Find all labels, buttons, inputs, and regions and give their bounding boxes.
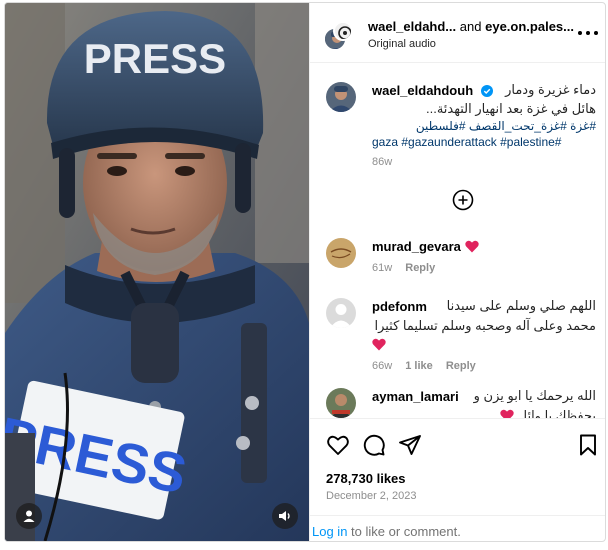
red-heart-emoji-icon — [372, 338, 386, 351]
load-more-comments-button[interactable] — [452, 189, 474, 211]
caption-username[interactable]: wael_eldahdouh — [372, 83, 473, 98]
comment-likes[interactable]: 1 like — [405, 360, 433, 372]
red-heart-emoji-icon — [465, 240, 480, 253]
more-horizontal-icon — [578, 31, 598, 35]
caption-text-line1: دماء غزيرة ودمار — [505, 82, 596, 97]
plus-circle-icon — [452, 189, 474, 211]
audio-toggle-button[interactable] — [272, 503, 298, 529]
comment-text-line2: محمد وعلى آله وصحبه وسلم تسليما كثيرا — [374, 318, 596, 333]
post-details-panel: wael_eldahd... and eye.on.pales... Origi… — [309, 3, 605, 541]
heart-icon — [327, 435, 349, 455]
post-media[interactable]: PRESS PRESS — [5, 3, 309, 541]
post-header: wael_eldahd... and eye.on.pales... Origi… — [310, 3, 605, 63]
comment-username[interactable]: pdefonm — [372, 299, 427, 314]
reply-button[interactable]: Reply — [405, 262, 435, 274]
send-icon — [399, 435, 421, 455]
verified-badge-icon — [480, 85, 493, 97]
red-heart-emoji-icon — [500, 409, 514, 418]
comment-time: 61w — [372, 262, 393, 274]
comment-text-line1: الله يرحمك يا ابو يزن و — [473, 388, 596, 403]
avatar[interactable] — [326, 388, 356, 418]
caption-hashtags-arabic[interactable]: #غزة #غزة_تحت_القصف #فلسطين — [372, 118, 596, 134]
comment-text-line2: يحفظك يا وائل — [517, 408, 596, 418]
comments-list: wael_eldahdouh دماء غزيرة ودمار هائل في … — [310, 64, 605, 418]
post-dialog: PRESS PRESS wael_eldahd... and eye.on.pa… — [4, 2, 606, 542]
likes-count[interactable]: 278,730 likes — [326, 471, 406, 486]
post-actions: 278,730 likes December 2, 2023 Log in to… — [310, 418, 605, 541]
login-prompt-text: to like or comment. — [347, 524, 461, 539]
helmet-press-text: PRESS — [84, 35, 226, 82]
speaker-icon — [279, 511, 290, 521]
comment-username[interactable]: ayman_lamari — [372, 389, 459, 404]
login-link[interactable]: Log in — [312, 524, 347, 539]
save-button[interactable] — [576, 433, 600, 457]
caption-text-line2: هائل في غزة بعد انهيار التهدئة... — [425, 101, 596, 116]
avatar[interactable] — [326, 82, 356, 112]
like-button[interactable] — [326, 433, 350, 457]
audio-label[interactable]: Original audio — [368, 38, 436, 50]
avatar[interactable] — [326, 298, 356, 328]
journalist-photo: PRESS PRESS — [5, 3, 309, 541]
login-prompt: Log in to like or comment. — [310, 515, 605, 541]
more-options-button[interactable] — [578, 25, 598, 41]
comment-time: 66w — [372, 360, 393, 372]
comment-text-line1: اللهم صلي وسلم على سيدنا — [446, 298, 596, 313]
user-icon — [23, 510, 35, 522]
comment-username[interactable]: murad_gevara — [372, 239, 461, 254]
avatar[interactable] — [326, 238, 356, 268]
collab-avatars[interactable] — [323, 21, 355, 53]
tagged-users-button[interactable] — [16, 503, 42, 529]
comment-icon — [363, 434, 385, 456]
author-link-primary[interactable]: wael_eldahd... — [368, 19, 456, 34]
caption-time: 86w — [372, 156, 393, 168]
comment-button[interactable] — [362, 433, 386, 457]
post-date: December 2, 2023 — [326, 490, 417, 502]
caption-hashtags-english[interactable]: gaza #gazaunderattack #palestine# — [372, 134, 596, 150]
reply-button[interactable]: Reply — [446, 360, 476, 372]
avatar — [333, 21, 353, 41]
author-link-secondary[interactable]: eye.on.pales... — [485, 19, 574, 34]
post-authors: wael_eldahd... and eye.on.pales... — [368, 19, 574, 34]
bookmark-icon — [580, 434, 596, 456]
share-button[interactable] — [398, 433, 422, 457]
authors-conjunction: and — [459, 19, 482, 34]
